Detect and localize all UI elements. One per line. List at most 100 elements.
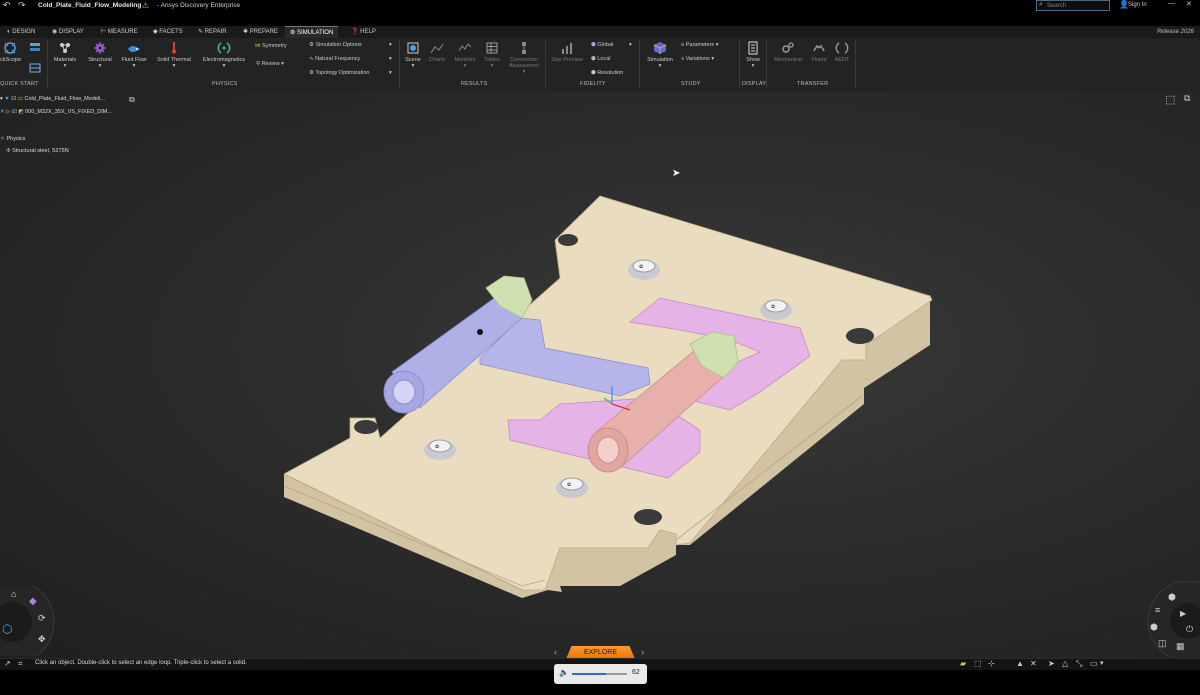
select-tool-icon[interactable]: ⌗ — [18, 659, 23, 669]
tab-repair[interactable]: ✎ Repair — [193, 26, 232, 38]
screw[interactable]: ✿ — [628, 259, 660, 280]
box-icon[interactable]: ⬢ — [1168, 592, 1176, 603]
screw[interactable]: ✿ — [556, 477, 588, 498]
fluent-button[interactable]: Fluent — [808, 41, 830, 63]
power-icon[interactable]: ⏻ — [1186, 624, 1193, 635]
layers-button[interactable] — [27, 41, 43, 57]
undo-icon[interactable]: ↶ — [3, 0, 11, 11]
search-input[interactable]: ⌕ Search — [1036, 0, 1110, 11]
simulation-options-dropdown[interactable]: ⚙ Simulation Options — [309, 42, 362, 48]
triangle-up-outline-icon[interactable]: △ — [1062, 659, 1068, 668]
materials-button[interactable]: Materials ▾ — [50, 41, 80, 69]
3d-viewport[interactable]: ▾ ▼ ☑ ▭ Cold_Plate_Fluid_Flow_Modeli... … — [0, 91, 1200, 658]
pan-icon[interactable]: ✥ — [38, 634, 46, 645]
charts-button[interactable]: Charts — [426, 41, 448, 63]
screw[interactable]: ✿ — [424, 439, 456, 460]
dropdown-icon: ▾ — [522, 69, 526, 75]
tables-button[interactable]: Tables ▾ — [481, 41, 503, 69]
speaker-icon[interactable]: 🔈 — [559, 668, 569, 677]
play-icon[interactable]: ▶ — [1180, 609, 1186, 618]
ribbon-separator — [855, 40, 856, 88]
resolution-button[interactable]: ⬢ Resolution — [591, 70, 623, 76]
tables-icon — [486, 42, 498, 54]
search-icon: ⌕ — [1039, 1, 1043, 8]
status-hint: Click an object. Double-click to select … — [35, 660, 247, 666]
dropdown-icon[interactable]: ▾ — [389, 56, 392, 62]
redo-icon[interactable]: ↷ — [18, 0, 26, 11]
minimize-icon[interactable]: — — [1168, 0, 1175, 7]
size-preview-icon — [562, 43, 572, 54]
sign-in-link[interactable]: Sign In — [1128, 2, 1147, 8]
cube-icon[interactable]: ◆ — [29, 596, 37, 607]
home-icon[interactable]: ⌂ — [11, 589, 16, 599]
local-button[interactable]: ⬢ Local — [591, 56, 611, 62]
tab-facets[interactable]: ◆ Facets — [148, 26, 188, 38]
tab-measure[interactable]: ⊢ Measure — [96, 26, 143, 38]
grid-icon[interactable]: ▦ — [1176, 641, 1185, 652]
dropdown-icon: ▾ — [411, 63, 415, 69]
connection-assessment-button[interactable]: Connection Assessment ▾ — [506, 41, 542, 75]
tab-help[interactable]: ❓ Help — [346, 26, 381, 38]
screw[interactable]: ✿ — [760, 299, 792, 320]
monitors-button[interactable]: Monitors ▾ — [452, 41, 478, 69]
global-dropdown[interactable]: ⬢ Global — [591, 42, 613, 48]
close-icon[interactable]: ✕ — [1186, 0, 1192, 8]
rotate-icon[interactable]: ⟳ — [38, 613, 46, 624]
status-dropdown-icon[interactable]: ▾ — [1100, 659, 1104, 667]
part-icon[interactable]: ⬢ — [1150, 622, 1158, 633]
list-icon[interactable]: ≡ — [1155, 605, 1160, 615]
svg-text:✿: ✿ — [435, 444, 439, 450]
monitor-icon[interactable]: ▭ — [1090, 659, 1098, 668]
snap-icon[interactable]: ⊹ — [988, 659, 995, 668]
selection-mode-icon[interactable]: ⬚ — [974, 659, 982, 668]
explore-prev-icon[interactable]: ‹ — [554, 647, 557, 657]
scene-button[interactable]: Scene ▾ — [402, 41, 424, 69]
charts-label: Charts — [428, 57, 446, 63]
dropdown-icon[interactable]: ▾ — [629, 42, 632, 48]
cold-plate-model[interactable]: ✿ ✿ ✿ ✿ — [0, 91, 1200, 658]
measure-icon: ⊢ — [101, 29, 108, 35]
size-preview-label: Size Preview — [551, 57, 583, 63]
dropdown-icon: ▾ — [711, 56, 715, 62]
pointer-tool-icon[interactable]: ↗ — [4, 659, 11, 668]
ribbon: ickScope Quick Start Materials ▾ Structur… — [0, 38, 1200, 92]
structural-button[interactable]: Structural ▾ — [85, 41, 115, 69]
show-button[interactable]: Show ▾ — [743, 41, 763, 69]
review-button[interactable]: ⚲ Review ▾ — [256, 61, 284, 67]
tab-design[interactable]: ◐ Design — [2, 26, 40, 38]
explore-next-icon[interactable]: › — [641, 647, 644, 657]
solid-thermal-button[interactable]: Solid Thermal ▾ — [154, 41, 194, 69]
selection-filter-icon[interactable]: ▰ — [960, 659, 966, 668]
variations-dropdown[interactable]: ≡ Variations ▾ — [681, 56, 714, 62]
tab-prepare[interactable]: ✱ Prepare — [238, 26, 283, 38]
stack-button[interactable] — [27, 61, 43, 77]
dropdown-icon[interactable]: ▾ — [389, 42, 392, 48]
fluid-flow-button[interactable]: Fluid Flow ▾ — [119, 41, 149, 69]
natural-frequency-dropdown[interactable]: ∿ Natural Frequency — [309, 56, 360, 62]
topology-optimization-dropdown[interactable]: ⚙ Topology Optimization — [309, 70, 370, 76]
dropdown-icon[interactable]: ▾ — [389, 70, 392, 76]
electromagnetics-button[interactable]: Electromagnetics ▾ — [199, 41, 249, 69]
triangle-up-icon[interactable]: ▲ — [1016, 659, 1024, 668]
layers-icon[interactable]: ◫ — [1158, 638, 1167, 649]
parameters-label: Parameters — [685, 42, 715, 48]
expand-arrows-icon[interactable]: ⤡ — [1076, 659, 1082, 669]
tab-display[interactable]: ◉ Display — [47, 26, 89, 38]
group-display: Display — [742, 81, 767, 87]
close-x-icon[interactable]: ✕ — [1030, 659, 1037, 668]
quickscope-button[interactable]: ickScope — [0, 41, 22, 63]
structural-icon — [94, 42, 106, 54]
aedt-button[interactable]: AEDT — [832, 41, 852, 63]
parameters-dropdown[interactable]: ≡ Parameters ▾ — [681, 42, 718, 48]
mechanical-button[interactable]: Mechanical — [770, 41, 806, 63]
size-preview-button[interactable]: Size Preview — [549, 41, 585, 63]
mechanical-icon — [782, 42, 794, 53]
layers-icon — [30, 43, 40, 51]
view-orientation-icon[interactable]: ⬡ — [2, 622, 12, 636]
dropdown-icon: ▾ — [658, 63, 662, 69]
cursor-select-icon[interactable]: ➤ — [1048, 659, 1055, 668]
symmetry-button[interactable]: ⋈ Symmetry — [255, 43, 287, 49]
corner-hole — [558, 234, 578, 246]
selection-point — [477, 329, 483, 335]
simulation-button[interactable]: Simulation ▾ — [643, 41, 677, 69]
